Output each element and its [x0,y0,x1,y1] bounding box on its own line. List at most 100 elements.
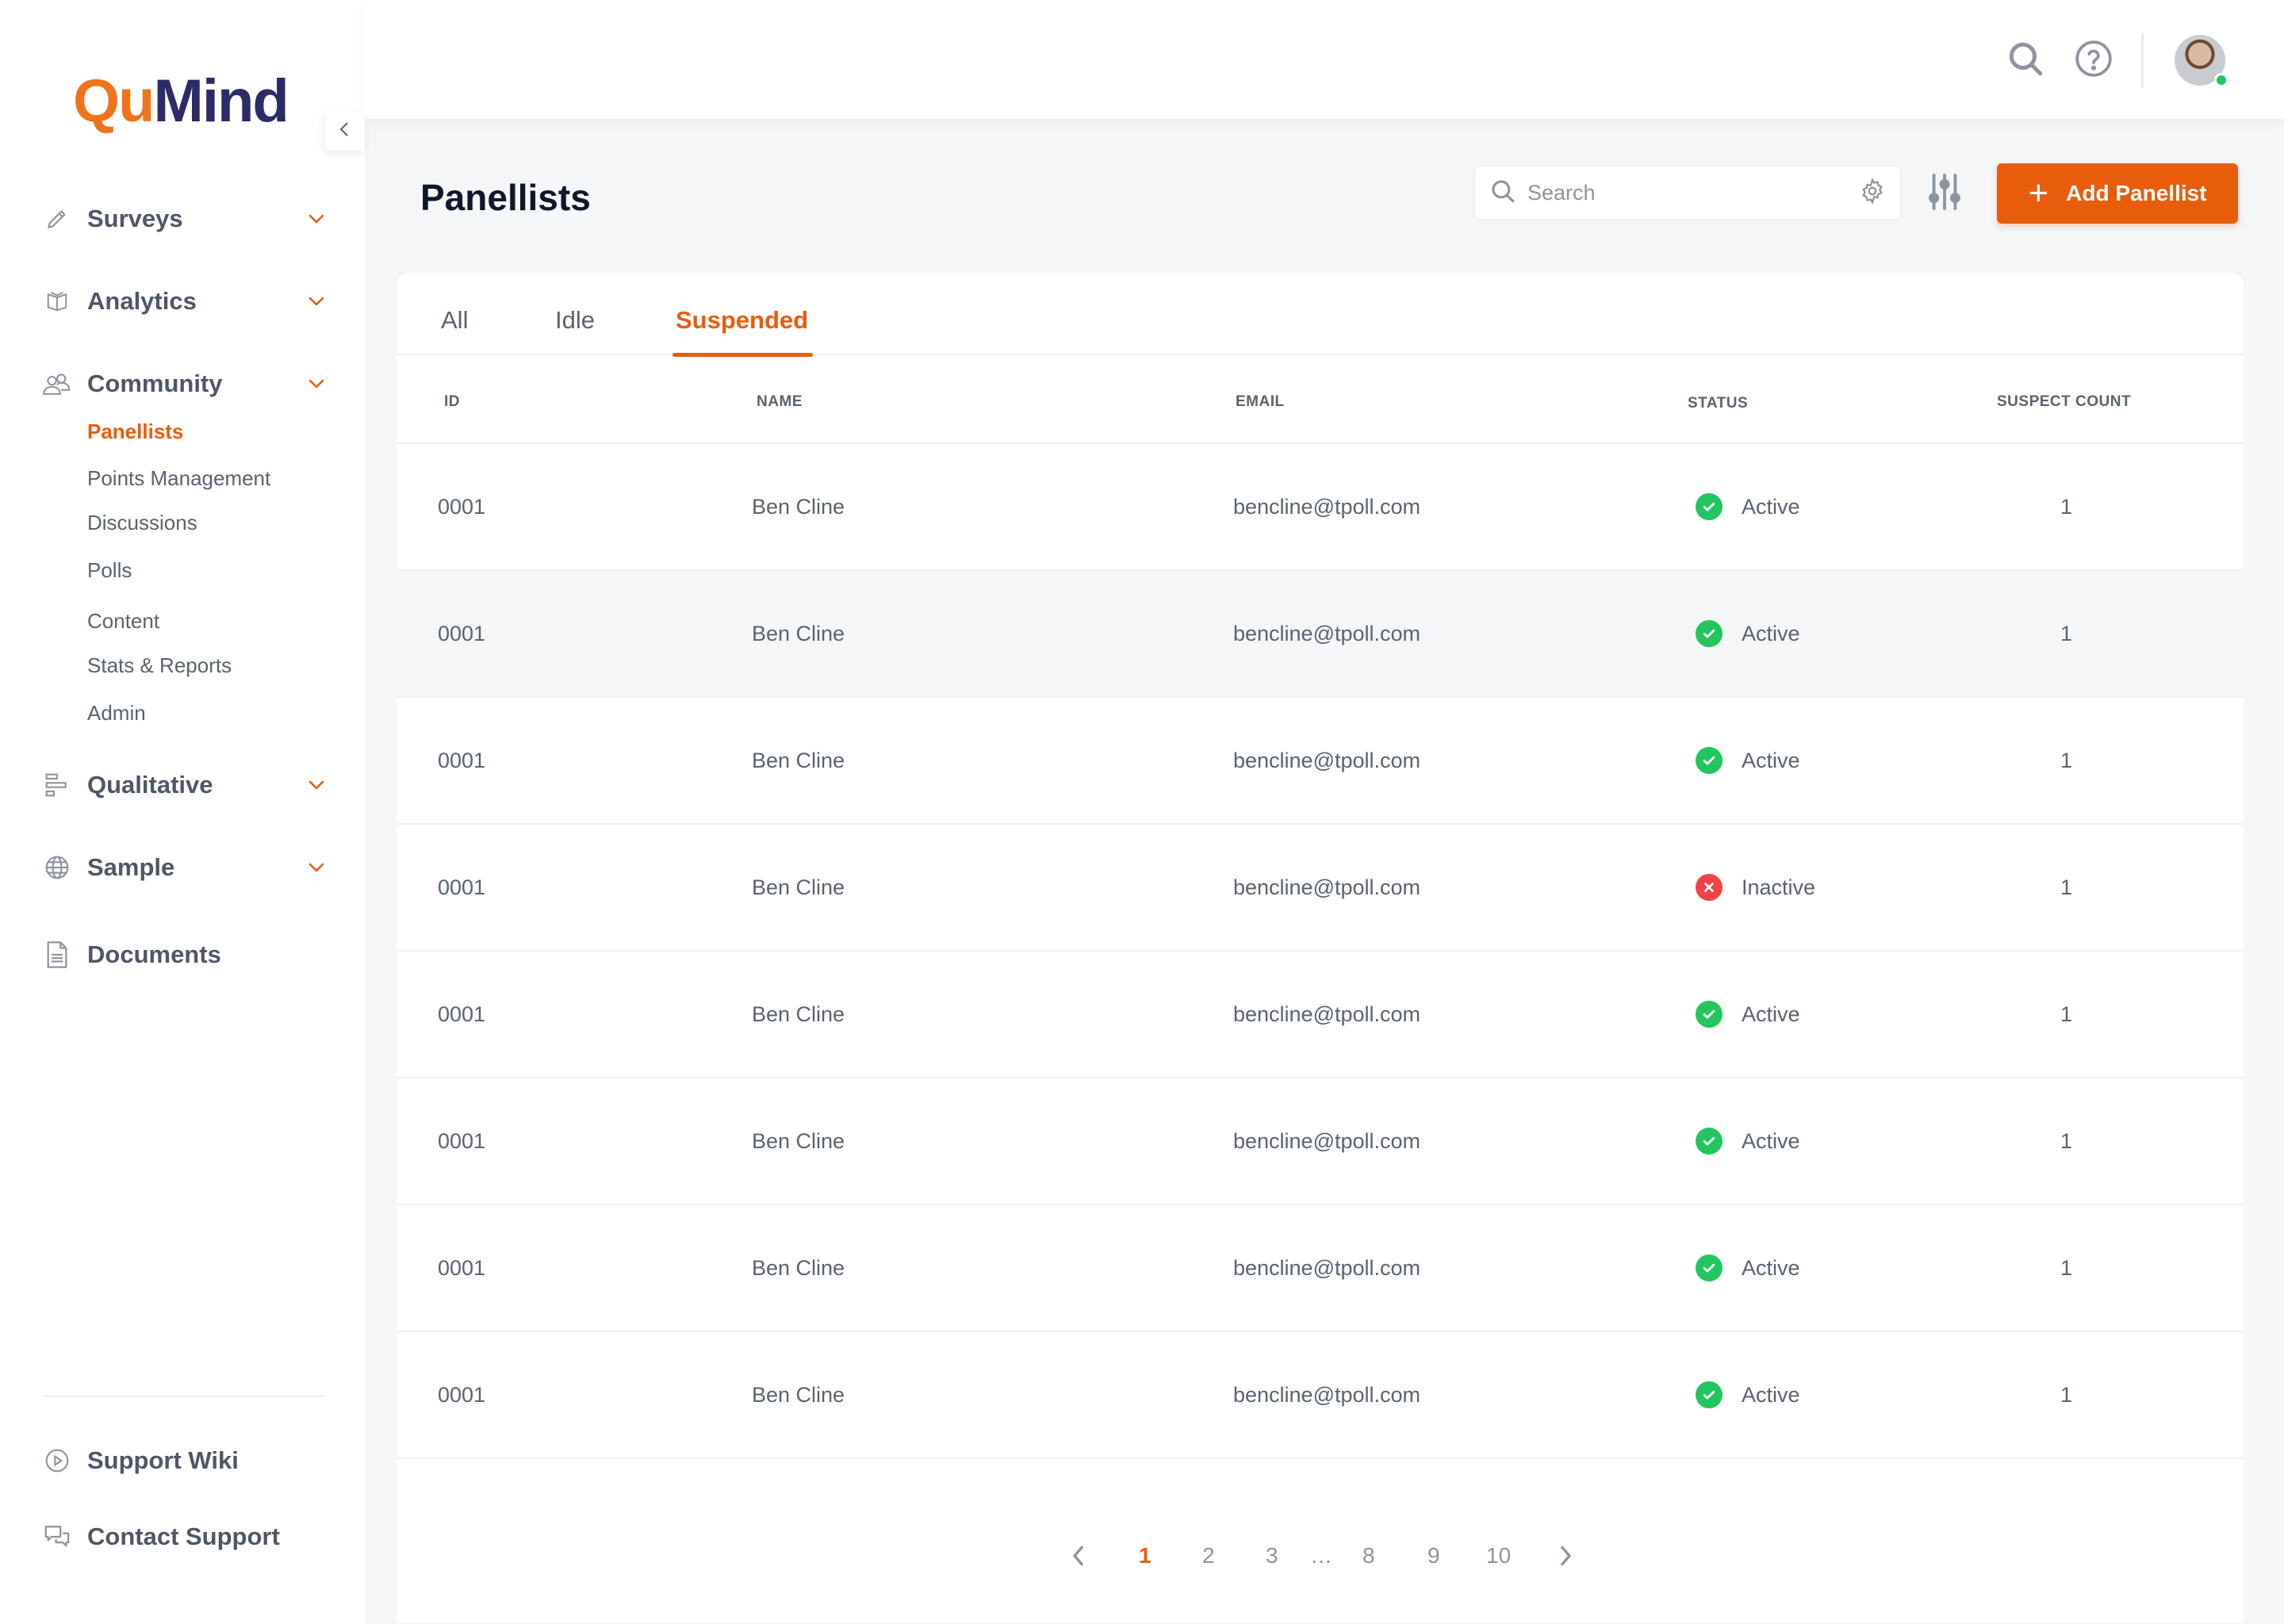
qumind-logo[interactable]: QuMind [73,67,289,135]
check-circle-icon [1696,747,1723,774]
sidebar-subitem-admin[interactable]: Admin [87,699,146,726]
chevron-down-icon[interactable] [305,289,328,316]
sidebar-item-surveys[interactable]: Surveys [43,195,328,243]
add-panellist-button[interactable]: + Add Panellist [1997,163,2238,224]
check-circle-icon [1696,493,1723,520]
cell-id: 0001 [438,749,486,772]
cell-name: Ben Cline [752,622,845,645]
pagination: 1 2 3 … 8 9 10 [397,1534,2244,1581]
sidebar-item-label: Surveys [87,205,183,232]
status-label: Active [1742,622,1800,645]
search-box[interactable] [1473,165,1902,220]
logo-mind: Mind [153,67,289,135]
top-bar [365,0,2284,119]
status-label: Active [1742,1002,1800,1026]
sidebar-item-qualitative[interactable]: Qualitative [43,761,328,809]
search-settings-icon[interactable] [1859,177,1886,209]
cell-id: 0001 [438,1002,486,1026]
cell-email: bencline@tpoll.com [1233,1002,1421,1026]
cell-status: Active [1696,747,1800,774]
sidebar-subitem-polls[interactable]: Polls [87,557,132,584]
cell-suspect-count: 1 [2060,1002,2073,1026]
sidebar-subitem-panellists[interactable]: Panellists [87,418,183,445]
sidebar-subitem-content[interactable]: Content [87,607,159,634]
users-icon [43,370,71,398]
play-circle-icon [43,1446,71,1475]
sidebar-item-support-wiki[interactable]: Support Wiki [43,1437,328,1484]
tab-all[interactable]: All [441,306,468,355]
cell-id: 0001 [438,1256,486,1280]
status-label: Active [1742,1383,1800,1407]
sidebar-item-sample[interactable]: Sample [43,844,328,891]
check-circle-icon [1696,1381,1723,1408]
table-header: ID NAME EMAIL STATUS SUSPECT COUNT [397,355,2244,444]
tab-bar: All Idle Suspended [397,273,2244,357]
column-header-name[interactable]: NAME [757,393,803,411]
sidebar-item-label: Analytics [87,287,197,315]
page-button-9[interactable]: 9 [1428,1543,1440,1568]
sidebar-item-label: Support Wiki [87,1446,239,1474]
search-input[interactable] [1527,180,1859,205]
table-row[interactable]: 0001 Ben Cline bencline@tpoll.com Inactive 1 [397,825,2244,952]
tab-suspended[interactable]: Suspended [672,306,814,357]
search-icon [1489,178,1516,209]
page-button-10[interactable]: 10 [1486,1543,1511,1568]
cell-suspect-count: 1 [2060,1383,2073,1407]
sidebar-item-analytics[interactable]: Analytics [43,278,328,325]
sidebar-item-contact-support[interactable]: Contact Support [43,1513,328,1561]
previous-page-button[interactable] [1067,1540,1090,1577]
header-search-button[interactable] [2003,38,2048,82]
table-row[interactable]: 0001 Ben Cline bencline@tpoll.com Active 1 [397,571,2244,698]
column-header-status[interactable]: STATUS [1688,395,1748,412]
sidebar-divider [43,1396,325,1397]
table-row[interactable]: 0001 Ben Cline bencline@tpoll.com Active 1 [397,952,2244,1078]
table-row[interactable]: 0001 Ben Cline bencline@tpoll.com Active 1 [397,444,2244,571]
page-ellipsis: … [1310,1543,1332,1568]
chevron-down-icon[interactable] [305,206,328,234]
table-row[interactable]: 0001 Ben Cline bencline@tpoll.com Active 1 [397,1205,2244,1332]
column-header-id[interactable]: ID [444,393,460,411]
globe-icon [43,853,71,882]
header-divider [2141,33,2144,87]
sidebar-item-community[interactable]: Community [43,360,328,408]
cell-status: Active [1696,1254,1800,1281]
user-avatar[interactable] [2175,35,2228,87]
cell-name: Ben Cline [752,495,845,519]
sidebar-item-documents[interactable]: Documents [43,931,328,979]
cell-email: bencline@tpoll.com [1233,495,1421,519]
status-label: Active [1742,749,1800,772]
page-button-2[interactable]: 2 [1202,1543,1215,1568]
sidebar-subitem-stats-reports[interactable]: Stats & Reports [87,652,232,679]
cell-status: Active [1696,493,1800,520]
column-header-suspect-count[interactable]: SUSPECT COUNT [1997,393,2131,411]
chevron-down-icon[interactable] [305,371,328,399]
search-icon [2006,39,2045,82]
sidebar-subitem-points-management[interactable]: Points Management [87,465,270,492]
sidebar-item-label: Community [87,370,223,397]
table-row[interactable]: 0001 Ben Cline bencline@tpoll.com Active 1 [397,1332,2244,1459]
page-button-3[interactable]: 3 [1266,1543,1278,1568]
cell-name: Ben Cline [752,1002,845,1026]
add-panellist-label: Add Panellist [2066,181,2207,205]
cell-suspect-count: 1 [2060,1256,2073,1280]
cell-suspect-count: 1 [2060,875,2073,899]
sidebar-item-label: Contact Support [87,1522,280,1550]
header-help-button[interactable] [2071,38,2116,82]
page-button-1[interactable]: 1 [1139,1543,1152,1568]
chevron-down-icon[interactable] [305,855,328,883]
logo-qu: Qu [73,67,155,135]
cell-suspect-count: 1 [2060,495,2073,519]
tab-idle[interactable]: Idle [555,306,595,355]
next-page-button[interactable] [1554,1540,1577,1577]
column-header-email[interactable]: EMAIL [1236,393,1285,411]
check-circle-icon [1696,620,1723,647]
table-row[interactable]: 0001 Ben Cline bencline@tpoll.com Active 1 [397,1078,2244,1205]
table-row[interactable]: 0001 Ben Cline bencline@tpoll.com Active 1 [397,698,2244,825]
sidebar-collapse-button[interactable] [325,111,365,151]
page-button-8[interactable]: 8 [1362,1543,1375,1568]
filter-settings-button[interactable] [1922,170,1967,217]
cell-email: bencline@tpoll.com [1233,749,1421,772]
sidebar-subitem-discussions[interactable]: Discussions [87,509,197,536]
cell-id: 0001 [438,495,486,519]
chevron-down-icon[interactable] [305,772,328,800]
